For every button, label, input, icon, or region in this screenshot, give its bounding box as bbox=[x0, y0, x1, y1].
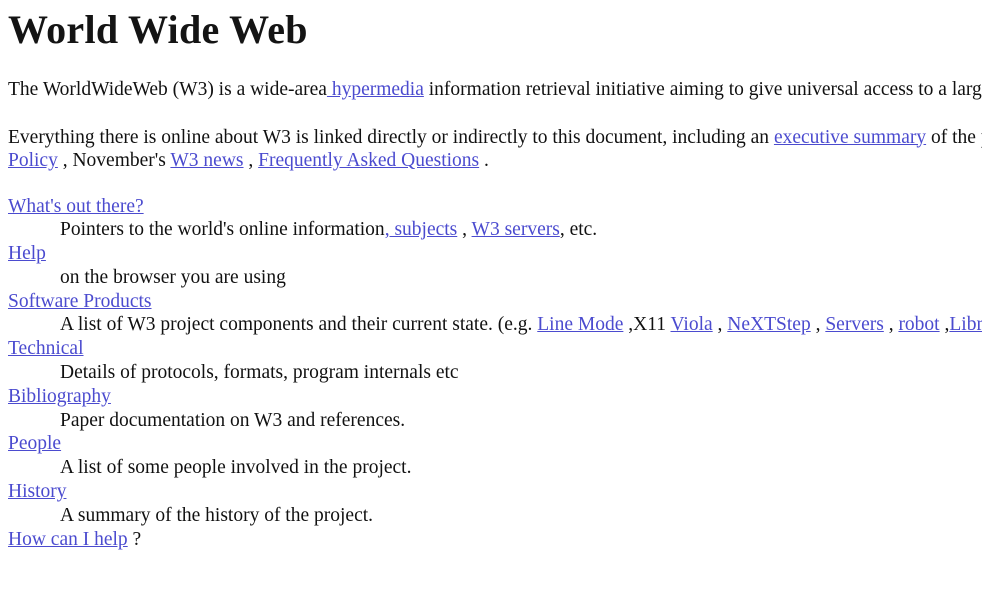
link-whats-out-there[interactable]: What's out there? bbox=[8, 196, 144, 217]
link-frequently-asked-questions[interactable]: Frequently Asked Questions bbox=[258, 150, 479, 171]
index-definition-people: A list of some people involved in the pr… bbox=[60, 457, 412, 479]
everything-text-part-6: . bbox=[479, 150, 489, 171]
index-term-history: History bbox=[8, 480, 982, 504]
index-term-bibliography: Bibliography bbox=[8, 385, 982, 409]
link-executive-summary[interactable]: executive summary bbox=[774, 127, 926, 148]
index-definition-help: on the browser you are using bbox=[60, 266, 286, 288]
index-term-people: People bbox=[8, 432, 982, 456]
index-definition-technical: Details of protocols, formats, program i… bbox=[60, 362, 459, 384]
web-page-body: World Wide Web The WorldWideWeb (W3) is … bbox=[0, 8, 982, 551]
link-subjects[interactable]: , subjects bbox=[385, 219, 458, 240]
def-text-part-4: , bbox=[810, 314, 826, 336]
link-bibliography[interactable]: Bibliography bbox=[8, 386, 111, 407]
intro-text-part-1: The WorldWideWeb (W3) is a wide-area bbox=[8, 79, 327, 100]
link-robot[interactable]: robot bbox=[898, 314, 939, 335]
index-term-technical: Technical bbox=[8, 337, 982, 361]
link-nextstep[interactable]: NeXTStep bbox=[727, 314, 810, 335]
def-text-part-1: Pointers to the world's online informati… bbox=[60, 219, 385, 241]
page-title: World Wide Web bbox=[8, 7, 308, 52]
everything-paragraph: Everything there is online about W3 is l… bbox=[8, 126, 982, 173]
link-w3-news[interactable]: W3 news bbox=[170, 150, 243, 171]
everything-text-part-5: , bbox=[243, 150, 259, 171]
link-history[interactable]: History bbox=[8, 481, 67, 502]
def-text-part-1: A list of W3 project components and thei… bbox=[60, 314, 538, 336]
everything-text-part-2: of the project, bbox=[930, 126, 982, 148]
everything-text-part-1: Everything there is online about W3 is l… bbox=[8, 126, 774, 148]
def-text-part-5: , bbox=[883, 314, 899, 336]
link-line-mode[interactable]: Line Mode bbox=[537, 314, 623, 335]
def-text-part-2: ,X11 bbox=[623, 314, 671, 336]
intro-text-part-2: information retrieval initiative aiming … bbox=[423, 79, 982, 100]
everything-text-part-4: , November's bbox=[57, 150, 171, 171]
link-how-can-i-help[interactable]: How can I help bbox=[8, 529, 128, 550]
def-text-part-3: , bbox=[712, 314, 728, 336]
index-definition-history: A summary of the history of the project. bbox=[60, 504, 374, 526]
index-term-help: Help bbox=[8, 242, 982, 266]
index-term-software-products: Software Products bbox=[8, 290, 982, 314]
link-library[interactable]: Library bbox=[949, 314, 982, 335]
how-can-i-help-suffix: ? bbox=[127, 528, 142, 550]
site-index-list: What's out there? Pointers to the world'… bbox=[8, 195, 982, 552]
def-text-part-6: , bbox=[939, 314, 950, 336]
index-definition-whats-out-there: Pointers to the world's online informati… bbox=[60, 218, 982, 242]
index-definition-software-products: A list of W3 project components and thei… bbox=[60, 313, 982, 337]
link-hypermedia[interactable]: hypermedia bbox=[327, 79, 424, 100]
link-policy[interactable]: Policy bbox=[8, 150, 58, 171]
link-people[interactable]: People bbox=[8, 433, 61, 454]
link-w3-servers[interactable]: W3 servers bbox=[472, 219, 560, 240]
def-text-part-3: , etc. bbox=[559, 219, 598, 241]
link-technical[interactable]: Technical bbox=[8, 338, 84, 359]
link-software-products[interactable]: Software Products bbox=[8, 291, 152, 312]
link-servers[interactable]: Servers bbox=[825, 314, 883, 335]
link-viola[interactable]: Viola bbox=[671, 314, 713, 335]
index-definition-bibliography: Paper documentation on W3 and references… bbox=[60, 409, 406, 431]
link-help[interactable]: Help bbox=[8, 243, 46, 264]
index-term-whats-out-there: What's out there? bbox=[8, 195, 982, 219]
def-text-part-2: , bbox=[457, 219, 472, 241]
intro-paragraph: The WorldWideWeb (W3) is a wide-area hyp… bbox=[8, 78, 982, 102]
index-term-how-can-i-help: How can I help ? bbox=[8, 528, 982, 552]
